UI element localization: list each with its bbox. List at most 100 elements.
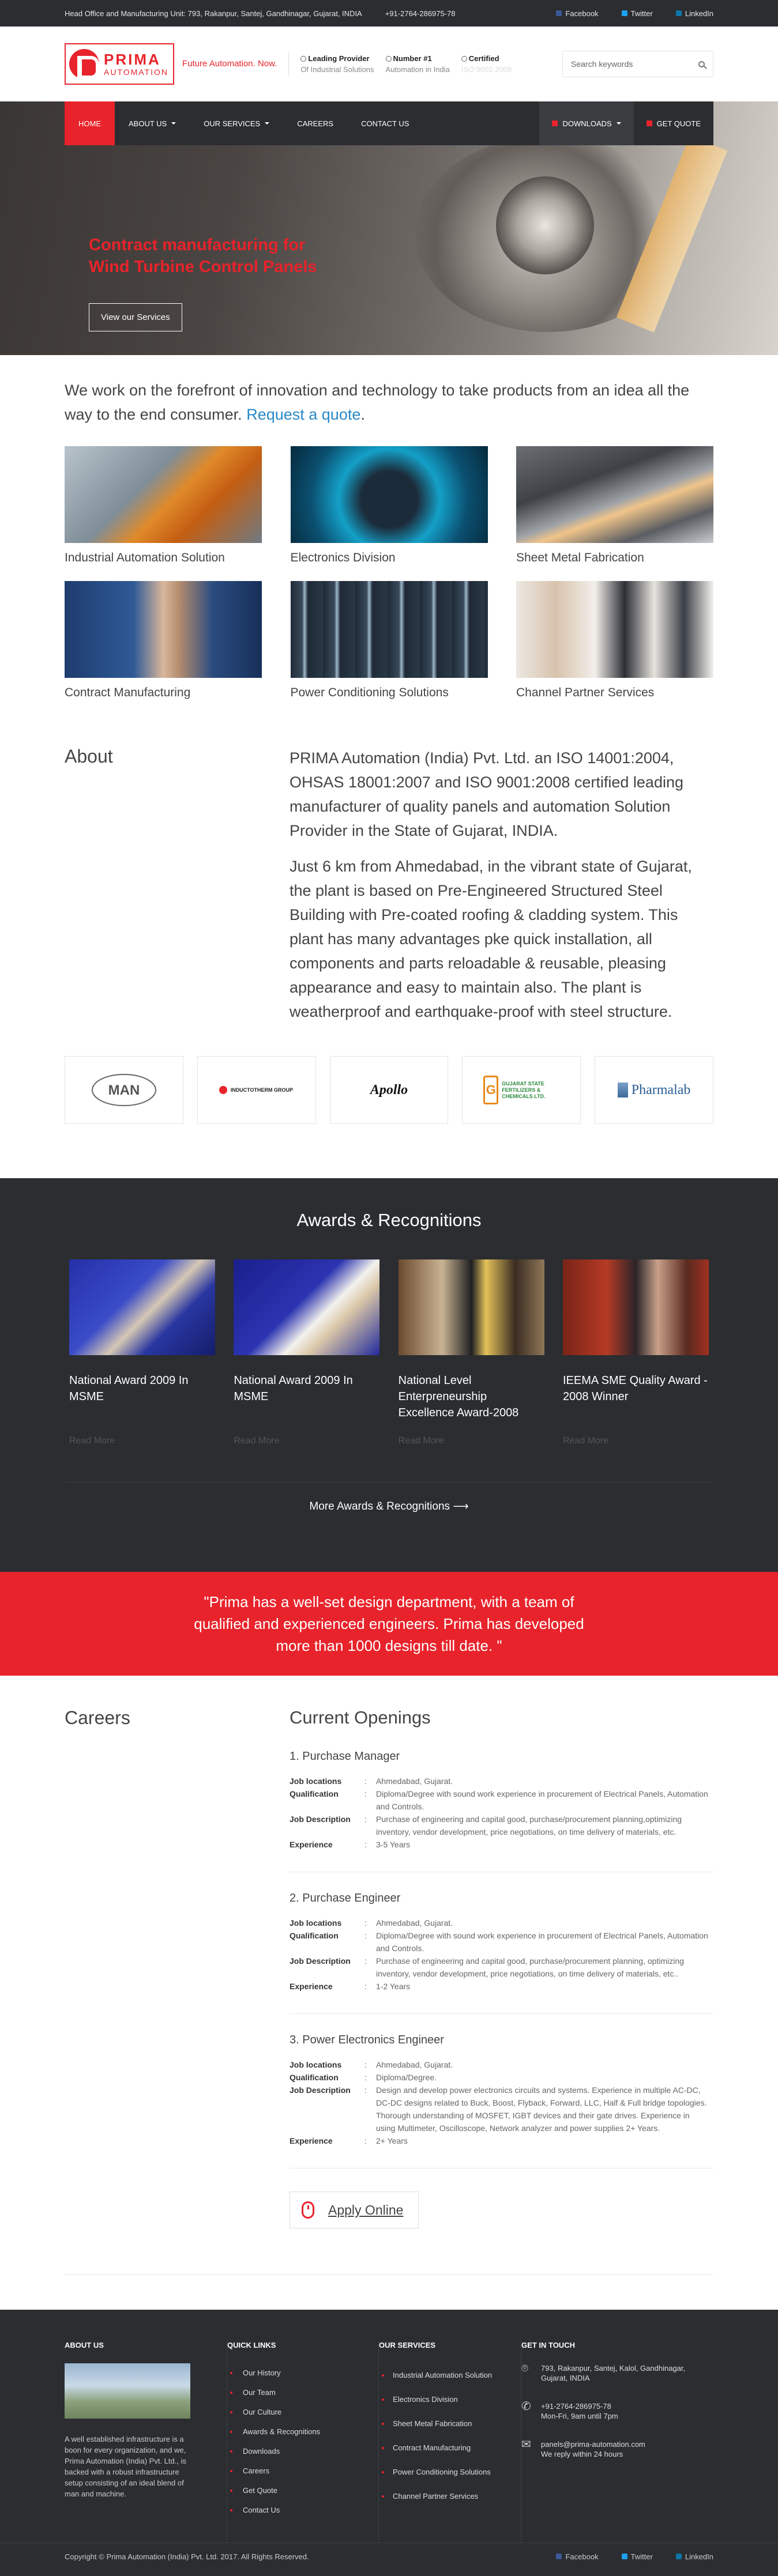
award-card[interactable]: National Award 2009 In MSME Read More xyxy=(69,1259,215,1446)
top-twitter-link[interactable]: Twitter xyxy=(621,9,653,18)
nav-our-services[interactable]: OUR SERVICES xyxy=(190,101,283,145)
facebook-icon xyxy=(556,10,562,16)
search-button[interactable] xyxy=(690,61,713,67)
main-nav: HOME ABOUT US OUR SERVICES CAREERS CONTA… xyxy=(65,101,713,145)
awards-section: Awards & Recognitions National Award 200… xyxy=(0,1178,778,1572)
header-feature-certified: Certified ISO 9001:2008 xyxy=(461,54,512,74)
careers-section: Careers Current Openings 1. Purchase Man… xyxy=(65,1707,713,2228)
client-logos: MAN INDUCTOTHERM GROUP Apollo G GUJARAT S… xyxy=(65,1056,713,1124)
award-photo xyxy=(398,1259,544,1355)
intro-section: We work on the forefront of innovation a… xyxy=(65,355,713,1124)
award-card[interactable]: IEEMA SME Quality Award - 2008 Winner Re… xyxy=(562,1259,709,1446)
intro-text: We work on the forefront of innovation a… xyxy=(65,382,690,423)
client-logo-pharmalab: Pharmalab xyxy=(595,1056,713,1124)
services-grid: Industrial Automation Solution Electroni… xyxy=(65,446,713,700)
nav-downloads[interactable]: DOWNLOADS xyxy=(539,101,634,145)
award-photo xyxy=(69,1259,215,1355)
read-more-link[interactable]: Read More xyxy=(563,1436,709,1446)
nav-home[interactable]: HOME xyxy=(65,101,115,145)
service-card[interactable]: Sheet Metal Fabrication xyxy=(516,446,713,565)
check-icon xyxy=(461,56,467,62)
footer-linkedin-link[interactable]: LinkedIn xyxy=(675,2552,713,2561)
service-card[interactable]: Channel Partner Services xyxy=(516,581,713,700)
about-paragraph: Just 6 km from Ahmedabad, in the vibrant… xyxy=(290,858,692,1020)
award-photo xyxy=(562,1259,709,1355)
read-more-link[interactable]: Read More xyxy=(399,1436,544,1446)
footer-facebook-link[interactable]: Facebook xyxy=(556,2552,599,2561)
award-card[interactable]: National Level Enterpreneurship Excellen… xyxy=(398,1259,544,1446)
service-image-partners xyxy=(516,581,713,678)
read-more-link[interactable]: Read More xyxy=(69,1436,215,1446)
phone-icon: ✆ xyxy=(521,2400,531,2413)
office-address: Head Office and Manufacturing Unit: 793,… xyxy=(65,9,362,18)
footer-link[interactable]: Downloads xyxy=(227,2442,378,2461)
svg-text:MAN: MAN xyxy=(108,1083,140,1098)
top-bar: Head Office and Manufacturing Unit: 793,… xyxy=(0,0,778,27)
award-card[interactable]: National Award 2009 In MSME Read More xyxy=(234,1259,380,1446)
job-title: 3. Power Electronics Engineer xyxy=(290,2034,444,2046)
job-listing: 2. Purchase Engineer Job locations: Ahmed… xyxy=(290,1872,713,2014)
top-facebook-link[interactable]: Facebook xyxy=(556,9,599,18)
search-input[interactable] xyxy=(563,59,690,69)
footer-link[interactable]: Our Team xyxy=(227,2383,378,2402)
footer-service-link[interactable]: Electronics Division xyxy=(379,2388,521,2412)
more-awards-link[interactable]: More Awards & Recognitions ⟶ xyxy=(0,1500,778,1513)
site-logo[interactable]: PRIMA AUTOMATION xyxy=(65,43,175,85)
job-title: 1. Purchase Manager xyxy=(290,1750,400,1763)
footer-service-link[interactable]: Sheet Metal Fabrication xyxy=(379,2412,521,2436)
footer-service-link[interactable]: Industrial Automation Solution xyxy=(379,2363,521,2388)
top-social-links: Facebook Twitter LinkedIn xyxy=(556,9,713,18)
footer-service-link[interactable]: Power Conditioning Solutions xyxy=(379,2460,521,2484)
footer-service-link[interactable]: Channel Partner Services xyxy=(379,2484,521,2509)
service-image-robot xyxy=(65,446,262,543)
facebook-icon xyxy=(556,2554,562,2559)
openings-title: Current Openings xyxy=(290,1707,431,1728)
tagline: Future Automation. Now. xyxy=(182,52,290,76)
request-quote-link[interactable]: Request a quote xyxy=(246,406,360,423)
footer-contact: GET IN TOUCH ⌾ 793, Rakanpur, Santej, Ka… xyxy=(521,2341,713,2543)
service-card[interactable]: Contract Manufacturing xyxy=(65,581,262,700)
client-logo-gsfc: G GUJARAT STATE FERTILIZERS & CHEMICALS L… xyxy=(462,1056,581,1124)
footer-link[interactable]: Contact Us xyxy=(227,2500,378,2520)
careers-title: Careers xyxy=(65,1707,130,1728)
nav-careers[interactable]: CAREERS xyxy=(283,101,347,145)
footer-phone: ✆ +91-2764-286975-78 Mon-Fri, 9am until 7… xyxy=(521,2400,618,2420)
quote-banner: "Prima has a well-set design department,… xyxy=(0,1572,778,1676)
header-feature-leading: Leading Provider Of Industrial Solutions xyxy=(300,54,374,74)
nav-get-quote[interactable]: GET QUOTE xyxy=(634,101,713,145)
service-image-chip xyxy=(290,446,488,543)
copyright-bar: Copyright © Prima Automation (India) Pvt… xyxy=(0,2543,778,2570)
twitter-icon xyxy=(621,2554,627,2559)
logo-name: PRIMA xyxy=(104,51,161,68)
footer-link[interactable]: Awards & Recognitions xyxy=(227,2422,378,2442)
search-box xyxy=(562,51,713,77)
view-services-button[interactable]: View our Services xyxy=(89,303,182,331)
footer-address: ⌾ 793, Rakanpur, Santej, Kalol, Gandhina… xyxy=(521,2362,686,2382)
top-linkedin-link[interactable]: LinkedIn xyxy=(675,9,713,18)
service-image-laser xyxy=(516,446,713,543)
footer-twitter-link[interactable]: Twitter xyxy=(621,2552,653,2561)
service-card[interactable]: Industrial Automation Solution xyxy=(65,446,262,565)
footer-link[interactable]: Careers xyxy=(227,2461,378,2481)
footer-link[interactable]: Get Quote xyxy=(227,2481,378,2500)
arrow-right-icon: ⟶ xyxy=(453,1500,469,1513)
quote-text: "Prima has a well-set design department,… xyxy=(194,1593,584,1654)
footer-email[interactable]: ✉ panels@prima-automation.com We reply wi… xyxy=(521,2439,713,2459)
chevron-down-icon xyxy=(616,122,621,125)
footer-services: OUR SERVICES Industrial Automation Solut… xyxy=(379,2341,522,2543)
awards-title: Awards & Recognitions xyxy=(296,1210,482,1230)
nav-contact-us[interactable]: CONTACT US xyxy=(347,101,423,145)
job-listing: 1. Purchase Manager Job locations: Ahmeda… xyxy=(290,1728,713,1872)
apply-online-button[interactable]: Apply Online xyxy=(290,2192,419,2228)
service-card[interactable]: Power Conditioning Solutions xyxy=(290,581,488,700)
footer-service-link[interactable]: Contract Manufacturing xyxy=(379,2436,521,2460)
footer-link[interactable]: Our Culture xyxy=(227,2402,378,2422)
service-card[interactable]: Electronics Division xyxy=(290,446,488,565)
nav-about-us[interactable]: ABOUT US xyxy=(115,101,190,145)
read-more-link[interactable]: Read More xyxy=(234,1436,379,1446)
footer-link[interactable]: Our History xyxy=(227,2363,378,2383)
download-icon xyxy=(552,120,558,126)
job-title: 2. Purchase Engineer xyxy=(290,1892,401,1904)
award-photo xyxy=(234,1259,380,1355)
top-phone: +91-2764-286975-78 xyxy=(385,9,456,18)
